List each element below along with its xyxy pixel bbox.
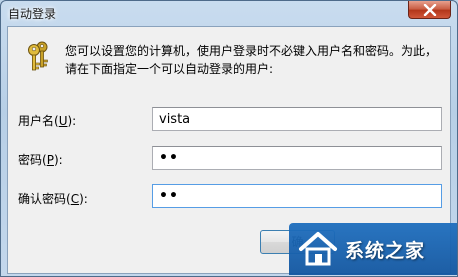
password-input[interactable] — [152, 146, 442, 170]
username-input[interactable] — [152, 107, 442, 131]
instruction-line-2: 请在下面指定一个可以自动登录的用户: — [65, 62, 274, 76]
title-bar[interactable]: 自动登录 — [1, 1, 457, 25]
confirm-password-input[interactable] — [152, 184, 442, 208]
watermark-banner: 系统之家 — [289, 223, 457, 275]
house-logo — [299, 232, 337, 266]
watermark-text: 系统之家 — [345, 239, 426, 262]
window-title: 自动登录 — [8, 7, 57, 21]
confirm-password-label: 确认密码(C): — [18, 192, 88, 206]
instruction-text: 您可以设置您的计算机，使用户登录时不必键入用户名和密码。为此， 请在下面指定一个… — [65, 42, 445, 78]
keys-icon — [28, 41, 48, 71]
auto-logon-dialog: 自动登录 您可以设置您的计算机，使用户登录时不必键入用户名和密码。为此， 请在下… — [0, 0, 458, 277]
instruction-line-1: 您可以设置您的计算机，使用户登录时不必键入用户名和密码。为此， — [65, 44, 438, 58]
close-button[interactable] — [408, 1, 451, 19]
password-label: 密码(P): — [18, 153, 63, 167]
username-label: 用户名(U): — [18, 114, 77, 128]
close-icon — [423, 3, 436, 16]
